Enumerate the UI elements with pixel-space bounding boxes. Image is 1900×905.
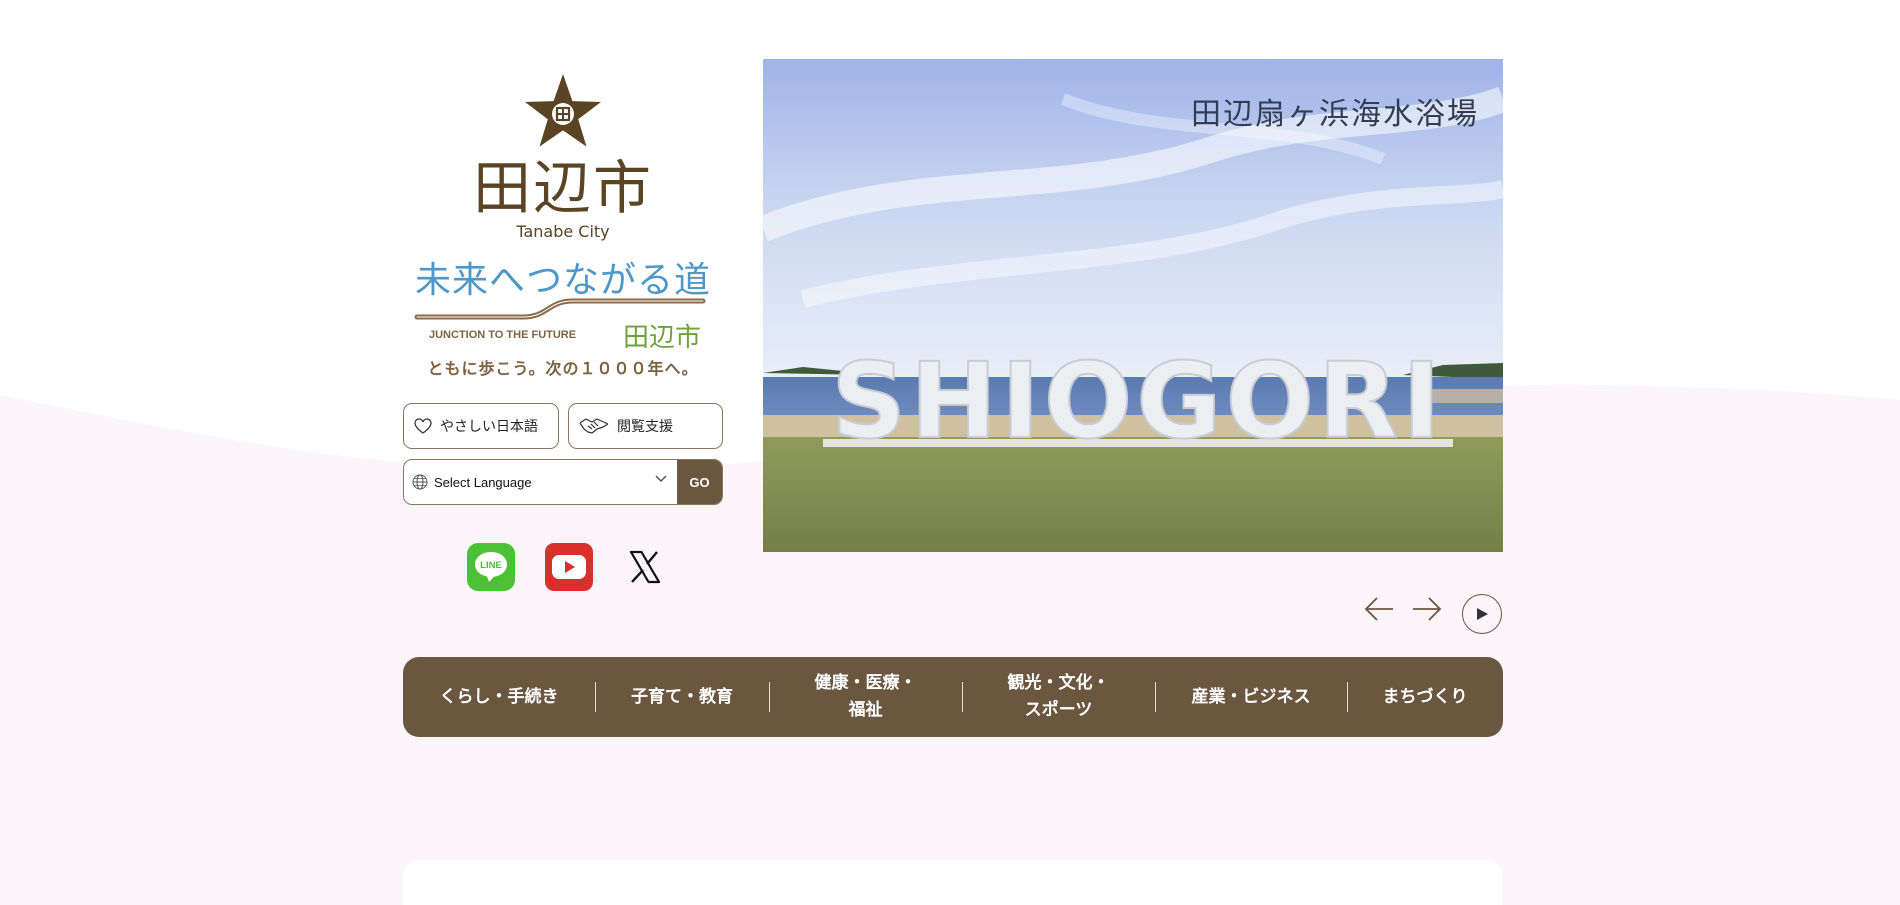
- slide-prev-button[interactable]: [1363, 593, 1395, 629]
- x-icon: [629, 550, 661, 584]
- easy-japanese-button[interactable]: やさしい日本語: [403, 403, 559, 449]
- line-link[interactable]: LINE: [467, 543, 515, 591]
- slogan-city: 田辺市: [622, 323, 701, 353]
- slogan-row: JUNCTION TO THE FUTURE 田辺市: [413, 323, 713, 353]
- youtube-icon: [552, 555, 586, 579]
- city-name-en: Tanabe City: [516, 222, 610, 241]
- go-button[interactable]: GO: [677, 460, 722, 504]
- line-icon: LINE: [475, 552, 507, 582]
- hero-caption: 田辺扇ヶ浜海水浴場: [1191, 97, 1479, 132]
- browsing-support-button[interactable]: 閲覧支援: [568, 403, 723, 449]
- nav-item-town[interactable]: まちづくり: [1347, 657, 1503, 737]
- nav-item-living[interactable]: くらし・手続き: [403, 657, 595, 737]
- language-selected: Select Language: [434, 474, 532, 490]
- slogan-sub: ともに歩こう。次の１０００年へ。: [427, 359, 699, 378]
- language-select[interactable]: Select Language: [404, 460, 677, 504]
- city-logo[interactable]: 田辺市 Tanabe City: [403, 59, 723, 241]
- play-icon: [1477, 608, 1488, 620]
- line-icon-label: LINE: [480, 560, 502, 571]
- easy-japanese-label: やさしい日本語: [440, 419, 538, 435]
- nav-item-tourism[interactable]: 観光・文化・ スポーツ: [962, 657, 1155, 737]
- site-header: 田辺市 Tanabe City 未来へつながる道 JUNCTION TO THE…: [403, 59, 1503, 634]
- global-nav: くらし・手続き 子育て・教育 健康・医療・ 福祉 観光・文化・ スポーツ 産業・…: [403, 657, 1503, 737]
- city-name: 田辺市: [472, 154, 653, 222]
- slogan-en: JUNCTION TO THE FUTURE: [429, 329, 577, 341]
- slide-next-button[interactable]: [1411, 593, 1443, 629]
- chevron-down-icon: [655, 475, 667, 483]
- nav-item-industry[interactable]: 産業・ビジネス: [1155, 657, 1347, 737]
- hero-slideshow[interactable]: SHIOGORI 田辺扇ヶ浜海水浴場: [763, 59, 1503, 552]
- language-selector: Select Language GO: [403, 459, 723, 505]
- slide-play-button[interactable]: [1462, 594, 1502, 634]
- slogan-banner: 未来へつながる道 JUNCTION TO THE FUTURE 田辺市 ともに歩…: [403, 259, 723, 379]
- youtube-link[interactable]: [545, 543, 593, 591]
- nav-item-childcare[interactable]: 子育て・教育: [595, 657, 769, 737]
- browsing-support-label: 閲覧支援: [617, 419, 673, 435]
- globe-icon: [412, 474, 428, 490]
- hero-sign-text: SHIOGORI: [831, 340, 1445, 462]
- star-emblem-icon: [525, 74, 601, 147]
- arrow-right-icon: [1413, 597, 1442, 621]
- nav-item-health[interactable]: 健康・医療・ 福祉: [769, 657, 962, 737]
- slogan-main: 未来へつながる道: [414, 260, 711, 301]
- handshake-icon: [579, 417, 609, 435]
- arrow-left-icon: [1364, 597, 1393, 621]
- heart-icon: [414, 418, 432, 434]
- x-link[interactable]: [621, 543, 669, 591]
- content-card: [403, 860, 1503, 905]
